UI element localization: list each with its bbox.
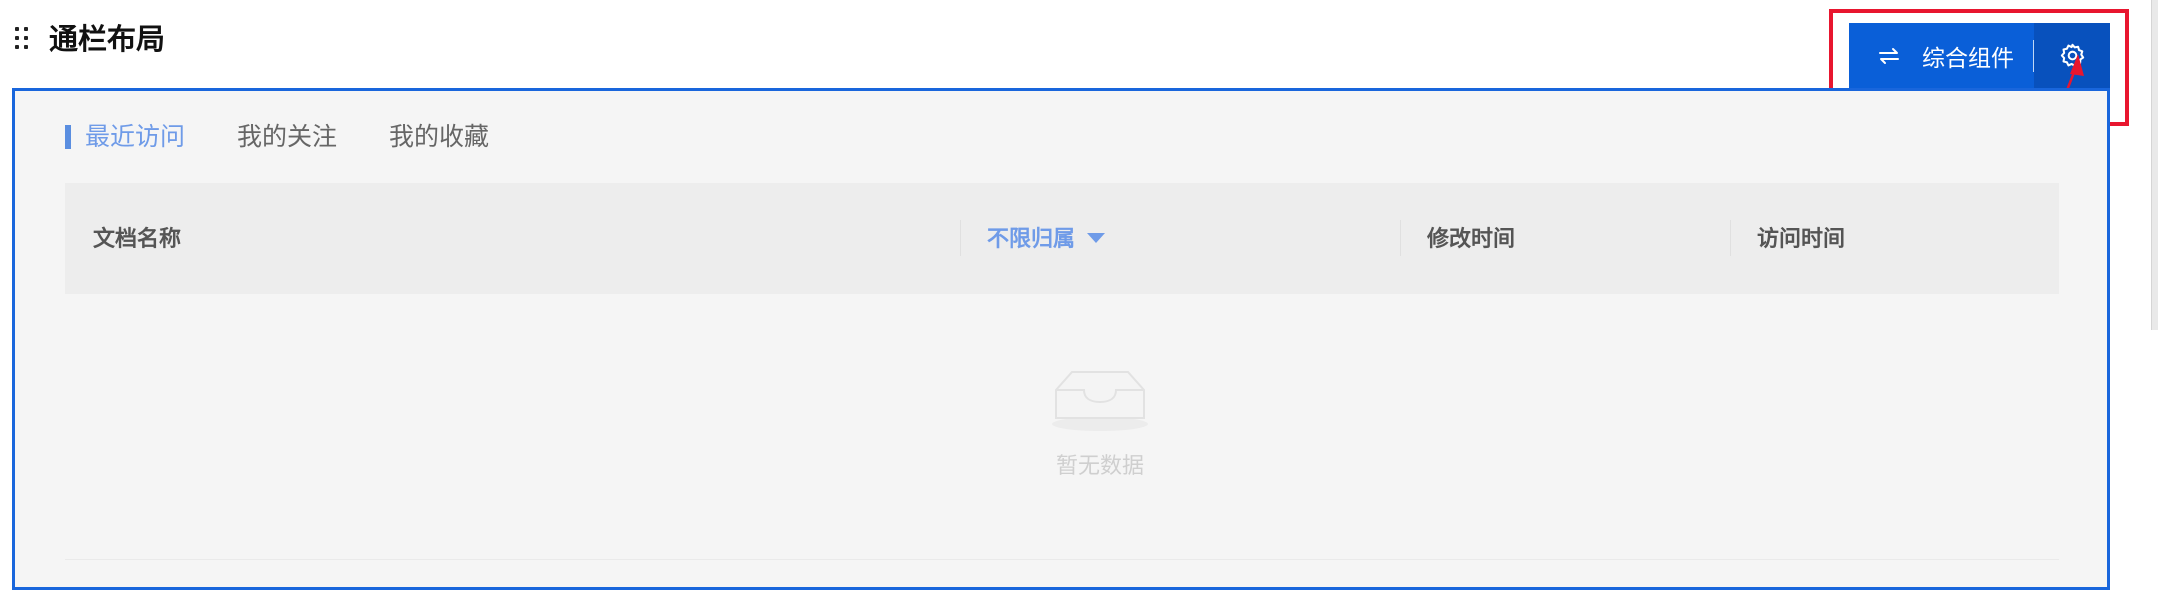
tab-recent-visits[interactable]: 最近访问: [65, 119, 185, 155]
documents-table: 文档名称 不限归属 修改时间 访问时间 暂无数据: [65, 183, 2059, 560]
column-divider: [1730, 220, 1731, 256]
switch-component-button[interactable]: 综合组件: [1849, 23, 2033, 88]
owner-filter-label: 不限归属: [987, 227, 1076, 252]
gear-icon: [2060, 43, 2084, 67]
column-header-modified: 修改时间: [1427, 227, 1516, 252]
table-header: 文档名称 不限归属 修改时间 访问时间: [65, 183, 2059, 294]
empty-inbox-icon: [1052, 371, 1148, 431]
section-title: 通栏布局: [49, 22, 166, 56]
drag-handle-icon[interactable]: [15, 27, 31, 49]
settings-button[interactable]: [2034, 23, 2110, 88]
column-header-visited: 访问时间: [1757, 227, 1846, 252]
swap-arrows-icon: [1879, 47, 1899, 64]
page: 通栏布局 综合组件 最近访问 我的关注 我的收藏 文档名称 不限归属 修改时间 …: [0, 0, 2158, 612]
scrollbar-edge[interactable]: [2151, 0, 2158, 330]
owner-filter-dropdown[interactable]: 不限归属: [987, 221, 1106, 253]
switch-component-label: 综合组件: [1922, 45, 2014, 72]
column-divider: [960, 220, 961, 256]
empty-state-text: 暂无数据: [1055, 454, 1144, 479]
tab-my-follows[interactable]: 我的关注: [237, 119, 337, 155]
content-panel: 最近访问 我的关注 我的收藏 文档名称 不限归属 修改时间 访问时间 暂无数据: [12, 88, 2110, 590]
component-toolbar: 综合组件: [1849, 23, 2110, 88]
empty-state: 暂无数据: [1025, 366, 1175, 480]
caret-down-icon: [1087, 233, 1106, 243]
table-body: 暂无数据: [65, 294, 2059, 560]
tab-my-favorites[interactable]: 我的收藏: [389, 119, 489, 155]
tab-bar: 最近访问 我的关注 我的收藏: [65, 119, 541, 155]
column-header-name: 文档名称: [93, 227, 182, 252]
column-divider: [1400, 220, 1401, 256]
